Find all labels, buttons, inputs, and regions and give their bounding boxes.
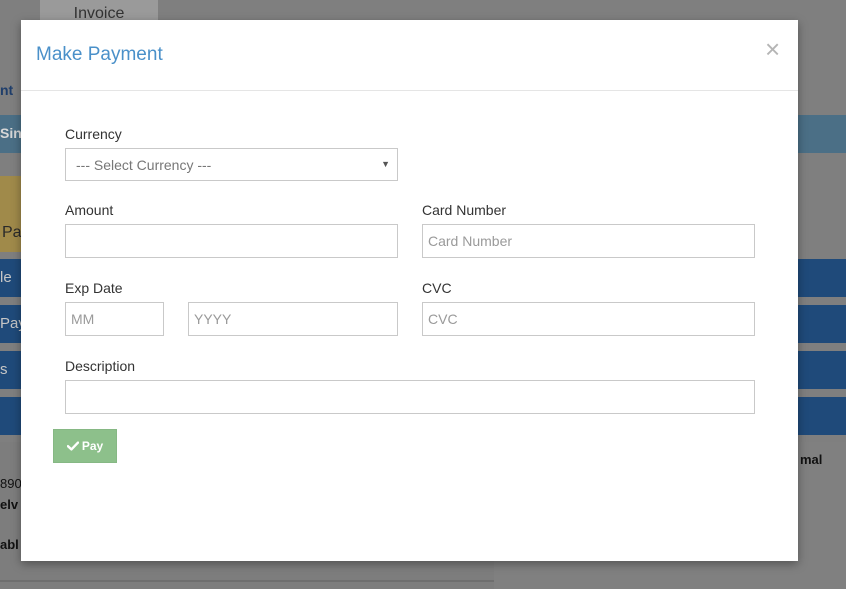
chevron-down-icon: ▼ [381, 159, 390, 169]
exp-year-input[interactable] [188, 302, 398, 336]
amount-label: Amount [65, 202, 114, 218]
background-text: mal [800, 452, 823, 467]
pay-button[interactable]: Pay [53, 429, 117, 463]
background-text: abl [0, 537, 19, 552]
background-yellow-box: Pa [0, 176, 22, 252]
background-blue-row-text: le [0, 269, 12, 286]
cvc-input[interactable] [422, 302, 755, 336]
cvc-label: CVC [422, 280, 452, 296]
exp-date-label: Exp Date [65, 280, 123, 296]
description-label: Description [65, 358, 136, 374]
currency-select-value: --- Select Currency --- [76, 157, 212, 173]
background-yellow-text: Pa [2, 224, 22, 241]
background-text: 890 [0, 476, 22, 491]
pay-button-label: Pay [81, 439, 104, 453]
card-number-input[interactable] [422, 224, 755, 258]
background-link: nt [0, 82, 14, 98]
modal-header: Make Payment × [21, 20, 798, 91]
card-number-label: Card Number [422, 202, 507, 218]
invoice-tab: Invoice [40, 0, 158, 22]
background-text: elv [0, 497, 19, 512]
make-payment-modal: Make Payment × Currency --- Select Curre… [21, 20, 798, 561]
divider [0, 580, 494, 582]
modal-title: Make Payment [36, 44, 163, 65]
description-input[interactable] [65, 380, 755, 414]
currency-label: Currency [65, 126, 122, 142]
currency-select[interactable]: --- Select Currency --- ▼ [65, 148, 398, 181]
amount-input[interactable] [65, 224, 398, 258]
exp-month-input[interactable] [65, 302, 164, 336]
check-icon [66, 441, 79, 451]
background-blue-row-text: s [0, 361, 8, 378]
close-icon[interactable]: × [765, 36, 780, 62]
